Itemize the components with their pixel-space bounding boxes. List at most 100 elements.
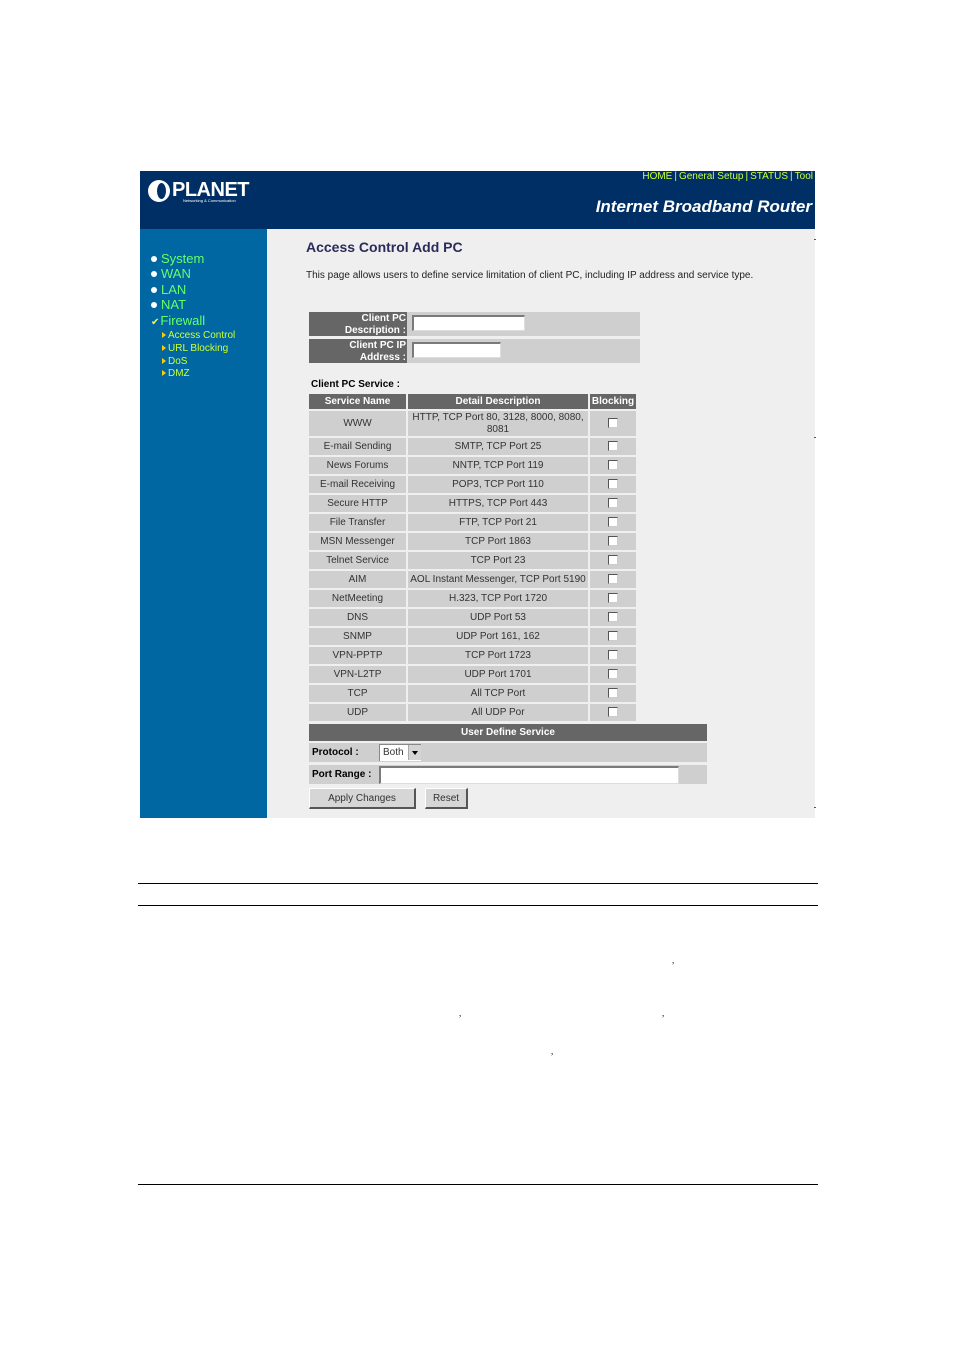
- service-name: MSN Messenger: [320, 536, 395, 547]
- table-row: UDP All UDP Por: [309, 704, 636, 721]
- planet-logo: PLANET Networking & Communication: [148, 179, 250, 205]
- column-header-blocking: Blocking: [590, 394, 636, 409]
- detail-description-cell: TCP Port 23: [408, 552, 588, 569]
- scrollbar-tick: [814, 239, 816, 240]
- service-name: TCP: [347, 688, 368, 699]
- service-name-cell: WWW: [309, 411, 406, 436]
- service-name-cell: TCP: [309, 685, 406, 702]
- port-range-input[interactable]: [379, 766, 679, 784]
- nav-status-link[interactable]: STATUS: [750, 171, 788, 182]
- service-name: UDP: [346, 707, 369, 718]
- top-nav: HOME | General Setup | STATUS | Tool: [642, 171, 813, 182]
- service-name: SNMP: [343, 631, 372, 642]
- arrow-right-icon: [162, 370, 166, 376]
- stray-mark: ,: [662, 1008, 665, 1018]
- blocking-checkbox[interactable]: [608, 707, 618, 718]
- blocking-checkbox[interactable]: [608, 479, 618, 490]
- blocking-checkbox[interactable]: [608, 536, 618, 547]
- service-name: VPN-PPTP: [332, 650, 383, 661]
- blocking-checkbox[interactable]: [608, 650, 618, 661]
- blocking-cell: [590, 533, 636, 550]
- service-name-cell: NetMeeting: [309, 590, 406, 607]
- sidebar-subitem-dmz[interactable]: DMZ: [162, 368, 190, 379]
- blocking-checkbox[interactable]: [608, 612, 618, 623]
- blocking-checkbox[interactable]: [608, 631, 618, 642]
- service-name: File Transfer: [329, 517, 386, 528]
- detail-text: All UDP Por: [471, 707, 525, 718]
- sidebar-item-firewall[interactable]: ✔Firewall: [151, 313, 205, 328]
- nav-general-setup-link[interactable]: General Setup: [679, 171, 744, 182]
- logo-subtitle: Networking & Communication: [183, 198, 236, 203]
- service-table: Service Name Detail Description Blocking…: [307, 392, 638, 723]
- service-name: WWW: [343, 417, 372, 429]
- nav-home-link[interactable]: HOME: [642, 171, 672, 182]
- sidebar-item-system[interactable]: System: [151, 251, 204, 266]
- column-header-service-name: Service Name: [309, 394, 406, 409]
- service-name-cell: AIM: [309, 571, 406, 588]
- client-description-input[interactable]: [412, 315, 525, 331]
- detail-text: H.323, TCP Port 1720: [448, 593, 548, 604]
- arrow-right-icon: [162, 358, 166, 364]
- detail-description-cell: All TCP Port: [408, 685, 588, 702]
- table-row: VPN-L2TP UDP Port 1701: [309, 666, 636, 683]
- bullet-icon: [151, 301, 157, 308]
- service-name: Secure HTTP: [327, 498, 388, 509]
- detail-text: 8081: [486, 423, 510, 435]
- blocking-checkbox[interactable]: [608, 574, 618, 585]
- service-name: E-mail Sending: [323, 441, 392, 452]
- protocol-selected-value: Both: [383, 747, 404, 758]
- blocking-cell: [590, 704, 636, 721]
- sidebar-item-label: Firewall: [160, 313, 206, 328]
- bullet-icon: [151, 270, 157, 277]
- blocking-cell: [590, 457, 636, 474]
- document-divider: [138, 883, 818, 884]
- sidebar-subitem-access-control[interactable]: Access Control: [162, 330, 235, 341]
- blocking-cell: [590, 647, 636, 664]
- bullet-icon: [151, 286, 157, 293]
- sidebar-subitem-dos[interactable]: DoS: [162, 356, 187, 367]
- service-name: E-mail Receiving: [319, 479, 396, 490]
- table-header-row: Service Name Detail Description Blocking: [309, 394, 636, 409]
- blocking-cell: [590, 628, 636, 645]
- blocking-cell: [590, 666, 636, 683]
- blocking-checkbox[interactable]: [608, 517, 618, 528]
- service-name-cell: Telnet Service: [309, 552, 406, 569]
- detail-text: HTTPS, TCP Port 443: [448, 498, 548, 509]
- blocking-cell: [590, 495, 636, 512]
- client-description-label: Client PC Description :: [309, 312, 407, 336]
- detail-description-cell: UDP Port 161, 162: [408, 628, 588, 645]
- nav-tool-link[interactable]: Tool: [795, 171, 813, 182]
- service-name-cell: E-mail Sending: [309, 438, 406, 455]
- stray-mark: ,: [459, 1008, 462, 1018]
- service-name-cell: MSN Messenger: [309, 533, 406, 550]
- blocking-checkbox[interactable]: [608, 593, 618, 604]
- detail-description-cell: UDP Port 1701: [408, 666, 588, 683]
- blocking-checkbox[interactable]: [608, 555, 618, 566]
- reset-button[interactable]: Reset: [425, 788, 468, 809]
- sidebar-item-wan[interactable]: WAN: [151, 266, 191, 281]
- chevron-down-icon[interactable]: [408, 745, 421, 760]
- service-name-cell: SNMP: [309, 628, 406, 645]
- blocking-checkbox[interactable]: [608, 460, 618, 471]
- blocking-checkbox[interactable]: [608, 669, 618, 680]
- user-define-service-heading: User Define Service: [309, 724, 707, 741]
- detail-description-cell: POP3, TCP Port 110: [408, 476, 588, 493]
- service-name: VPN-L2TP: [333, 669, 382, 680]
- service-name-cell: UDP: [309, 704, 406, 721]
- protocol-row: Protocol : Both: [309, 743, 707, 762]
- client-ip-input[interactable]: [412, 342, 501, 358]
- service-name: News Forums: [326, 460, 389, 471]
- table-row: E-mail Receiving POP3, TCP Port 110: [309, 476, 636, 493]
- detail-text: UDP Port 53: [470, 612, 526, 623]
- service-name-cell: VPN-L2TP: [309, 666, 406, 683]
- protocol-select[interactable]: Both: [379, 744, 421, 761]
- blocking-checkbox[interactable]: [608, 498, 618, 509]
- sidebar-item-nat[interactable]: NAT: [151, 297, 186, 312]
- blocking-checkbox[interactable]: [608, 441, 618, 452]
- sidebar-subitem-url-blocking[interactable]: URL Blocking: [162, 343, 228, 354]
- sidebar-item-lan[interactable]: LAN: [151, 282, 186, 297]
- apply-changes-button[interactable]: Apply Changes: [309, 788, 416, 809]
- blocking-checkbox[interactable]: [608, 688, 618, 699]
- blocking-checkbox[interactable]: [608, 417, 618, 428]
- detail-description-cell: SMTP, TCP Port 25: [408, 438, 588, 455]
